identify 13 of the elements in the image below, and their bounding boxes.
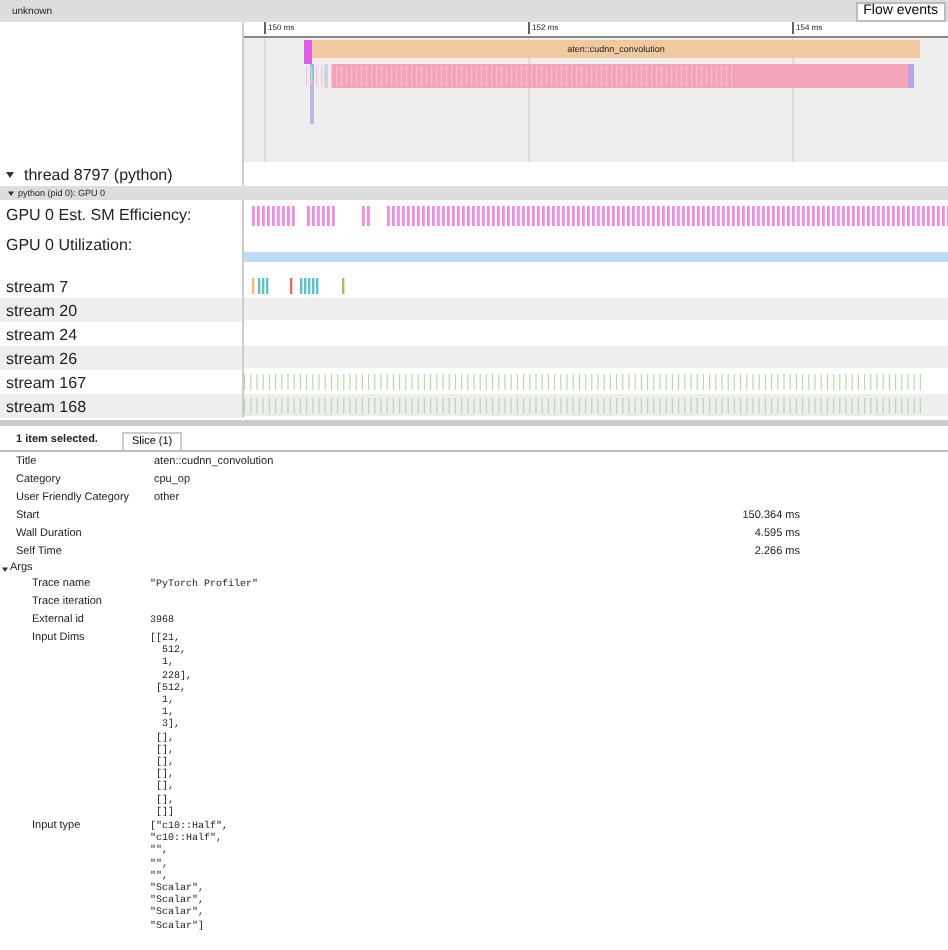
kernel-marks-drawing xyxy=(248,277,348,293)
expand-arrow-icon[interactable] xyxy=(6,170,14,178)
track-label: stream 168 xyxy=(6,397,87,415)
track-label: GPU 0 Utilization: xyxy=(6,236,133,254)
track-label: GPU 0 Est. SM Efficiency: xyxy=(6,206,192,224)
track-label: stream 7 xyxy=(6,277,69,295)
track-label: stream 167 xyxy=(6,373,87,391)
track-label: stream 24 xyxy=(6,325,78,343)
expand-arrow-icon[interactable] xyxy=(8,190,14,196)
track-label: stream 26 xyxy=(6,349,78,367)
track-label: stream 20 xyxy=(6,301,78,319)
thread-label: thread 8797 (python) xyxy=(24,165,173,183)
expand-arrow-icon[interactable] xyxy=(2,565,8,571)
